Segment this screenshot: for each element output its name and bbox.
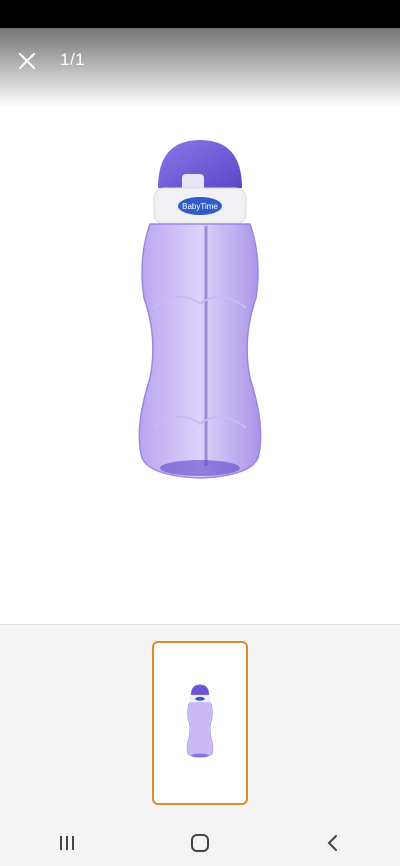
image-viewer[interactable]: 1/1 BabyTime: [0, 28, 400, 624]
system-navigation-bar: [0, 820, 400, 866]
home-button[interactable]: [170, 823, 230, 863]
home-icon: [190, 834, 209, 852]
close-button[interactable]: [12, 46, 42, 76]
image-counter: 1/1: [60, 50, 86, 69]
recent-apps-button[interactable]: [37, 823, 97, 863]
thumbnail-selected[interactable]: [152, 641, 248, 805]
thumbnail-image: [186, 684, 214, 758]
back-icon: [327, 835, 338, 851]
product-image[interactable]: BabyTime: [110, 128, 290, 508]
close-icon: [18, 52, 36, 70]
bottle-body: [138, 223, 262, 479]
back-button[interactable]: [303, 823, 363, 863]
recent-apps-icon: [59, 836, 74, 850]
thumbnail-strip: [0, 624, 400, 820]
status-bar: [0, 0, 400, 28]
brand-label: BabyTime: [182, 202, 218, 211]
